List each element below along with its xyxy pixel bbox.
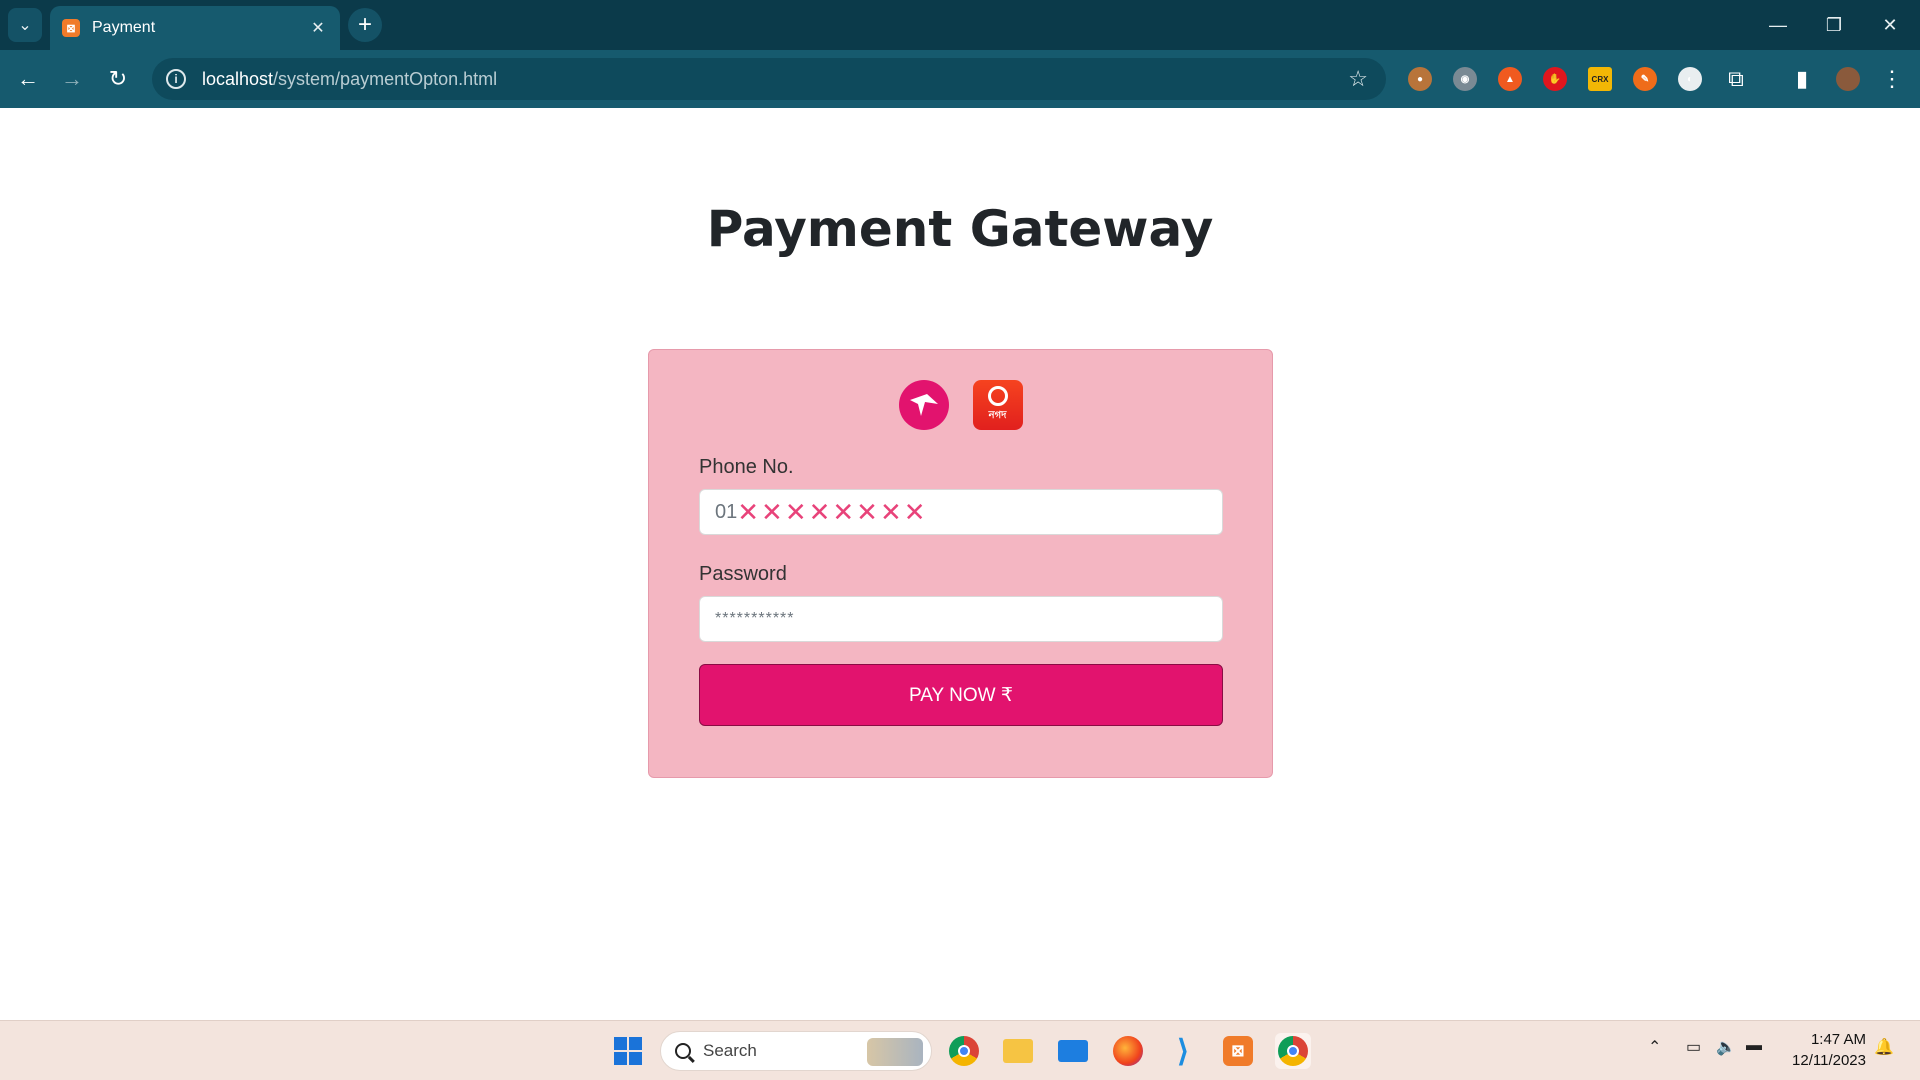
- tab-search-button[interactable]: ⌄: [8, 8, 42, 42]
- payment-card: নগদ Phone No. 01 ✕✕✕✕✕✕✕✕ Password ******…: [648, 349, 1273, 778]
- network-icon[interactable]: ▭: [1686, 1037, 1701, 1057]
- restore-icon: ❐: [1825, 14, 1843, 35]
- firefox-icon[interactable]: [1110, 1033, 1146, 1069]
- close-tab-icon[interactable]: ✕: [308, 18, 328, 38]
- file-explorer-icon[interactable]: [1000, 1033, 1036, 1069]
- raccoon-extension-icon[interactable]: ◉: [1453, 67, 1477, 91]
- chrome-taskbar-icon[interactable]: [946, 1033, 982, 1069]
- chevron-up-icon[interactable]: ⌃: [1648, 1037, 1661, 1057]
- bkash-logo[interactable]: [898, 380, 949, 430]
- avatar: [1836, 67, 1860, 91]
- phone-prefix: 01: [715, 500, 738, 523]
- reload-button[interactable]: ↻: [100, 61, 136, 97]
- stop-hand-extension-icon[interactable]: ✋: [1543, 67, 1567, 91]
- minimize-button[interactable]: —: [1750, 0, 1806, 50]
- menu-button[interactable]: ⋮: [1874, 61, 1910, 97]
- browser-toolbar: ← → ↻ i localhost/system/paymentOpton.ht…: [0, 50, 1920, 108]
- mail-icon[interactable]: [1055, 1033, 1091, 1069]
- notification-bell-icon[interactable]: 🔔: [1874, 1037, 1894, 1057]
- address-bar[interactable]: i localhost/system/paymentOpton.html ☆: [152, 58, 1386, 100]
- restore-button[interactable]: ❐: [1806, 0, 1862, 50]
- password-label: Password: [699, 563, 787, 585]
- xampp-icon: ⊠: [62, 19, 80, 37]
- chrome-active-taskbar-icon[interactable]: [1275, 1033, 1311, 1069]
- phone-input[interactable]: 01 ✕✕✕✕✕✕✕✕: [699, 489, 1223, 535]
- colorpick-extension-icon[interactable]: ✎: [1633, 67, 1657, 91]
- page-content: Payment Gateway নগদ Phone No. 01 ✕✕✕✕✕✕✕✕…: [0, 108, 1920, 1020]
- clock-time: 1:47 AM: [1810, 1031, 1866, 1048]
- vscode-icon[interactable]: ⟩: [1165, 1033, 1201, 1069]
- page-title: Payment Gateway: [706, 200, 1214, 258]
- tab-payment[interactable]: ⊠ Payment ✕: [50, 6, 340, 50]
- battery-icon[interactable]: ▬: [1746, 1037, 1762, 1055]
- search-highlight-image: [867, 1038, 923, 1066]
- xampp-taskbar-icon[interactable]: ⊠: [1220, 1033, 1256, 1069]
- nagad-ring-icon: [987, 385, 1008, 406]
- tab-title: Payment: [92, 19, 156, 36]
- bird-icon: [909, 394, 938, 416]
- crx-extension-icon[interactable]: CRX: [1588, 67, 1612, 91]
- search-icon: [675, 1043, 691, 1059]
- pay-now-button[interactable]: PAY NOW ₹: [699, 664, 1223, 726]
- url-path: /system/paymentOpton.html: [273, 68, 498, 89]
- puzzle-icon: ⧉: [1728, 66, 1744, 91]
- taskbar: Search ⟩ ⊠ ⌃ ▭ 🔈 ▬ 1:47 AM 12/11/2023 🔔: [0, 1020, 1920, 1080]
- side-panel-button[interactable]: ▮: [1784, 61, 1820, 97]
- windows-icon: [614, 1037, 642, 1065]
- nagad-logo[interactable]: নগদ: [972, 380, 1023, 430]
- site-info-icon[interactable]: i: [166, 69, 186, 89]
- tab-strip: ⌄ ⊠ Payment ✕ + — ❐ ✕: [0, 0, 1920, 50]
- kebab-menu-icon: ⋮: [1881, 66, 1903, 91]
- forward-button[interactable]: →: [54, 61, 90, 97]
- phone-label: Phone No.: [699, 456, 794, 478]
- search-placeholder: Search: [703, 1041, 757, 1060]
- payment-logos: নগদ: [649, 380, 1272, 430]
- nagad-label: নগদ: [988, 409, 1007, 421]
- url-host: localhost: [202, 68, 274, 89]
- clock-date: 12/11/2023: [1792, 1052, 1866, 1069]
- new-tab-button[interactable]: +: [348, 8, 382, 42]
- reload-icon: ↻: [108, 66, 128, 91]
- profile-button[interactable]: [1830, 61, 1866, 97]
- back-button[interactable]: ←: [10, 61, 46, 97]
- start-button[interactable]: [610, 1033, 646, 1069]
- volume-icon[interactable]: 🔈: [1716, 1037, 1736, 1057]
- cookie-extension-icon[interactable]: ●: [1408, 67, 1432, 91]
- minimize-icon: —: [1769, 14, 1787, 35]
- circle-extension-icon[interactable]: ◐: [1678, 67, 1702, 91]
- phone-mask: ✕✕✕✕✕✕✕✕: [737, 496, 928, 527]
- fire-extension-icon[interactable]: ▲: [1498, 67, 1522, 91]
- taskbar-search[interactable]: Search: [660, 1031, 932, 1071]
- side-panel-icon: ▮: [1795, 66, 1809, 91]
- bookmark-star-icon[interactable]: ☆: [1348, 66, 1368, 92]
- plus-icon: +: [357, 11, 372, 38]
- password-value: ***********: [715, 610, 795, 627]
- close-window-button[interactable]: ✕: [1862, 0, 1918, 50]
- password-input[interactable]: ***********: [699, 596, 1223, 642]
- chevron-down-icon: ⌄: [18, 17, 32, 34]
- extensions-button[interactable]: ⧉: [1718, 61, 1754, 97]
- close-icon: ✕: [1882, 14, 1898, 35]
- arrow-right-icon: →: [61, 66, 83, 91]
- arrow-left-icon: ←: [17, 66, 39, 91]
- system-clock[interactable]: 1:47 AM 12/11/2023: [1786, 1029, 1866, 1071]
